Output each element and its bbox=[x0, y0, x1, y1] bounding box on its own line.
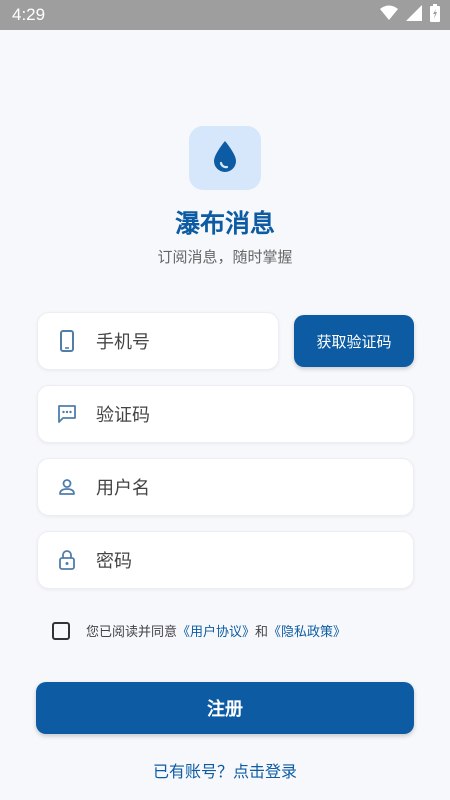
app-subtitle: 订阅消息，随时掌握 bbox=[157, 248, 293, 266]
phone-field[interactable]: 手机号 bbox=[37, 312, 279, 370]
agreement-conjunction: 和 bbox=[255, 625, 269, 640]
status-icons bbox=[380, 4, 440, 26]
water-drop-icon bbox=[210, 139, 240, 177]
status-bar: 4:29 bbox=[0, 0, 450, 30]
message-icon bbox=[54, 401, 80, 427]
phone-icon bbox=[54, 328, 80, 354]
app-logo bbox=[189, 126, 261, 190]
agreement-checkbox[interactable] bbox=[52, 621, 70, 640]
code-field[interactable]: 验证码 bbox=[37, 385, 414, 443]
get-code-button[interactable]: 获取验证码 bbox=[294, 315, 414, 367]
agreement-row: 您已阅读并同意 《用户协议》 和 《隐私政策》 bbox=[52, 621, 346, 640]
person-icon bbox=[54, 474, 80, 500]
lock-icon bbox=[54, 547, 80, 573]
username-field[interactable]: 用户名 bbox=[37, 458, 414, 516]
username-input[interactable]: 用户名 bbox=[96, 474, 150, 500]
privacy-policy-link[interactable]: 《隐私政策》 bbox=[268, 621, 346, 640]
agreement-prefix: 您已阅读并同意 bbox=[86, 625, 178, 640]
login-link[interactable]: 已有账号？点击登录 bbox=[0, 758, 450, 782]
register-button[interactable]: 注册 bbox=[36, 682, 414, 734]
password-input[interactable]: 密码 bbox=[96, 547, 132, 573]
battery-icon bbox=[430, 4, 440, 26]
wifi-icon bbox=[380, 5, 398, 25]
signal-icon bbox=[406, 5, 422, 25]
status-time: 4:29 bbox=[12, 5, 46, 24]
password-field[interactable]: 密码 bbox=[37, 531, 414, 589]
phone-input[interactable]: 手机号 bbox=[96, 328, 150, 354]
app-title: 瀑布消息 bbox=[174, 209, 275, 238]
code-input[interactable]: 验证码 bbox=[96, 401, 150, 427]
user-agreement-link[interactable]: 《用户协议》 bbox=[177, 621, 255, 640]
